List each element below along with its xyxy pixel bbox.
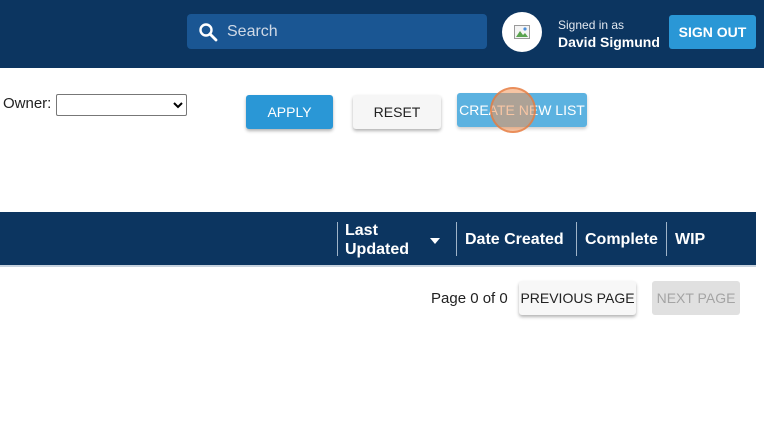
- user-name: David Sigmund: [558, 34, 660, 50]
- avatar[interactable]: [502, 12, 542, 52]
- previous-page-button[interactable]: PREVIOUS PAGE: [519, 281, 636, 315]
- search-icon: [199, 23, 218, 42]
- search-input[interactable]: [227, 14, 477, 49]
- top-bar: Signed in as David Sigmund SIGN OUT: [0, 0, 764, 68]
- column-header-date-created[interactable]: Date Created: [465, 231, 564, 249]
- column-divider: [576, 222, 577, 256]
- column-divider: [666, 222, 667, 256]
- column-header-last-updated[interactable]: Last Updated: [345, 221, 425, 259]
- sort-descending-icon[interactable]: [429, 237, 441, 245]
- table-header: Last Updated Date Created Complete WIP: [0, 212, 756, 267]
- user-avatar-image-icon: [514, 25, 530, 39]
- reset-button[interactable]: RESET: [353, 95, 441, 129]
- create-new-list-button[interactable]: CREATE NEW LIST: [457, 93, 587, 127]
- page-info: Page 0 of 0: [431, 290, 508, 307]
- page: Signed in as David Sigmund SIGN OUT Owne…: [0, 0, 764, 426]
- apply-button[interactable]: APPLY: [246, 95, 333, 129]
- column-header-complete[interactable]: Complete: [585, 231, 658, 249]
- column-divider: [456, 222, 457, 256]
- column-divider: [337, 222, 338, 256]
- owner-label: Owner:: [3, 95, 52, 112]
- next-page-button[interactable]: NEXT PAGE: [652, 281, 740, 315]
- search-box[interactable]: [187, 14, 487, 49]
- signed-in-label: Signed in as: [558, 18, 625, 32]
- sign-out-button[interactable]: SIGN OUT: [669, 15, 756, 49]
- owner-select[interactable]: [56, 94, 187, 116]
- column-header-wip[interactable]: WIP: [675, 231, 705, 249]
